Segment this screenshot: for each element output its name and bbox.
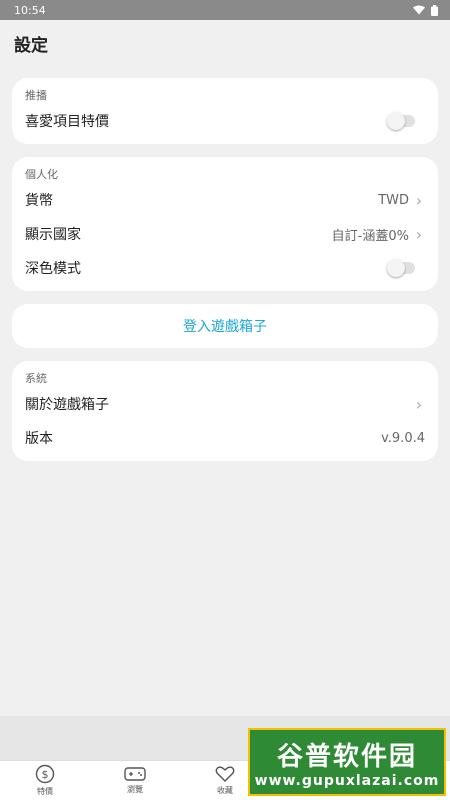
- chevron-right-icon: ›: [415, 190, 423, 210]
- push-card: 推播 喜愛項目特價: [12, 78, 438, 144]
- dark-mode-row[interactable]: 深色模式: [25, 251, 425, 285]
- dollar-icon: $: [35, 764, 55, 784]
- version-label: 版本: [25, 431, 53, 447]
- nav-deals[interactable]: $ 特價: [0, 761, 90, 800]
- page-title: 設定: [14, 35, 48, 56]
- currency-value: TWD: [378, 192, 409, 208]
- watermark-logo: 谷普软件园 www.gupuxlazai.com: [248, 728, 446, 796]
- favorite-sale-row[interactable]: 喜愛項目特價: [25, 104, 425, 138]
- page-header: 設定: [0, 20, 450, 66]
- watermark-title: 谷普软件园: [276, 741, 417, 772]
- login-label: 登入遊戲箱子: [183, 319, 267, 335]
- favorite-sale-label: 喜愛項目特價: [25, 114, 109, 130]
- chevron-right-icon: ›: [415, 394, 423, 414]
- login-button[interactable]: 登入遊戲箱子: [12, 304, 438, 348]
- system-section-header: 系統: [25, 372, 47, 385]
- push-section-header: 推播: [25, 89, 47, 102]
- dark-mode-label: 深色模式: [25, 261, 81, 277]
- nav-browse-label: 瀏覽: [127, 785, 143, 794]
- chevron-right-icon: ›: [415, 224, 423, 244]
- watermark-url: www.gupuxlazai.com: [254, 772, 440, 789]
- favorite-sale-toggle[interactable]: [387, 112, 415, 130]
- gamepad-icon: [124, 767, 146, 781]
- heart-icon: [215, 766, 235, 782]
- display-country-row[interactable]: 顯示國家 自訂-涵蓋0% ›: [25, 217, 425, 251]
- status-bar: 10:54: [0, 0, 450, 20]
- display-country-label: 顯示國家: [25, 227, 81, 243]
- status-time: 10:54: [14, 3, 46, 17]
- about-label: 關於遊戲箱子: [25, 397, 109, 413]
- personal-section-header: 個人化: [25, 168, 58, 181]
- currency-value-group: TWD ›: [378, 191, 425, 210]
- battery-icon: [431, 4, 438, 16]
- nav-deals-label: 特價: [37, 787, 53, 796]
- dark-mode-toggle[interactable]: [387, 259, 415, 277]
- version-value: v.9.0.4: [381, 430, 425, 446]
- display-country-value: 自訂-涵蓋0%: [331, 228, 409, 244]
- wifi-icon: [413, 5, 425, 15]
- nav-favorites-label: 收藏: [217, 786, 233, 795]
- svg-text:$: $: [42, 768, 49, 781]
- status-icons: [413, 4, 438, 16]
- currency-row[interactable]: 貨幣 TWD ›: [25, 183, 425, 217]
- display-country-value-group: 自訂-涵蓋0% ›: [332, 225, 425, 244]
- personalization-card: 個人化 貨幣 TWD › 顯示國家 自訂-涵蓋0% › 深色模式: [12, 157, 438, 291]
- currency-label: 貨幣: [25, 193, 53, 209]
- toggle-knob: [387, 259, 405, 277]
- nav-browse[interactable]: 瀏覽: [90, 761, 180, 800]
- version-row: 版本 v.9.0.4: [25, 421, 425, 455]
- about-row[interactable]: 關於遊戲箱子 ›: [25, 387, 425, 421]
- system-card: 系統 關於遊戲箱子 › 版本 v.9.0.4: [12, 361, 438, 461]
- toggle-knob: [387, 112, 405, 130]
